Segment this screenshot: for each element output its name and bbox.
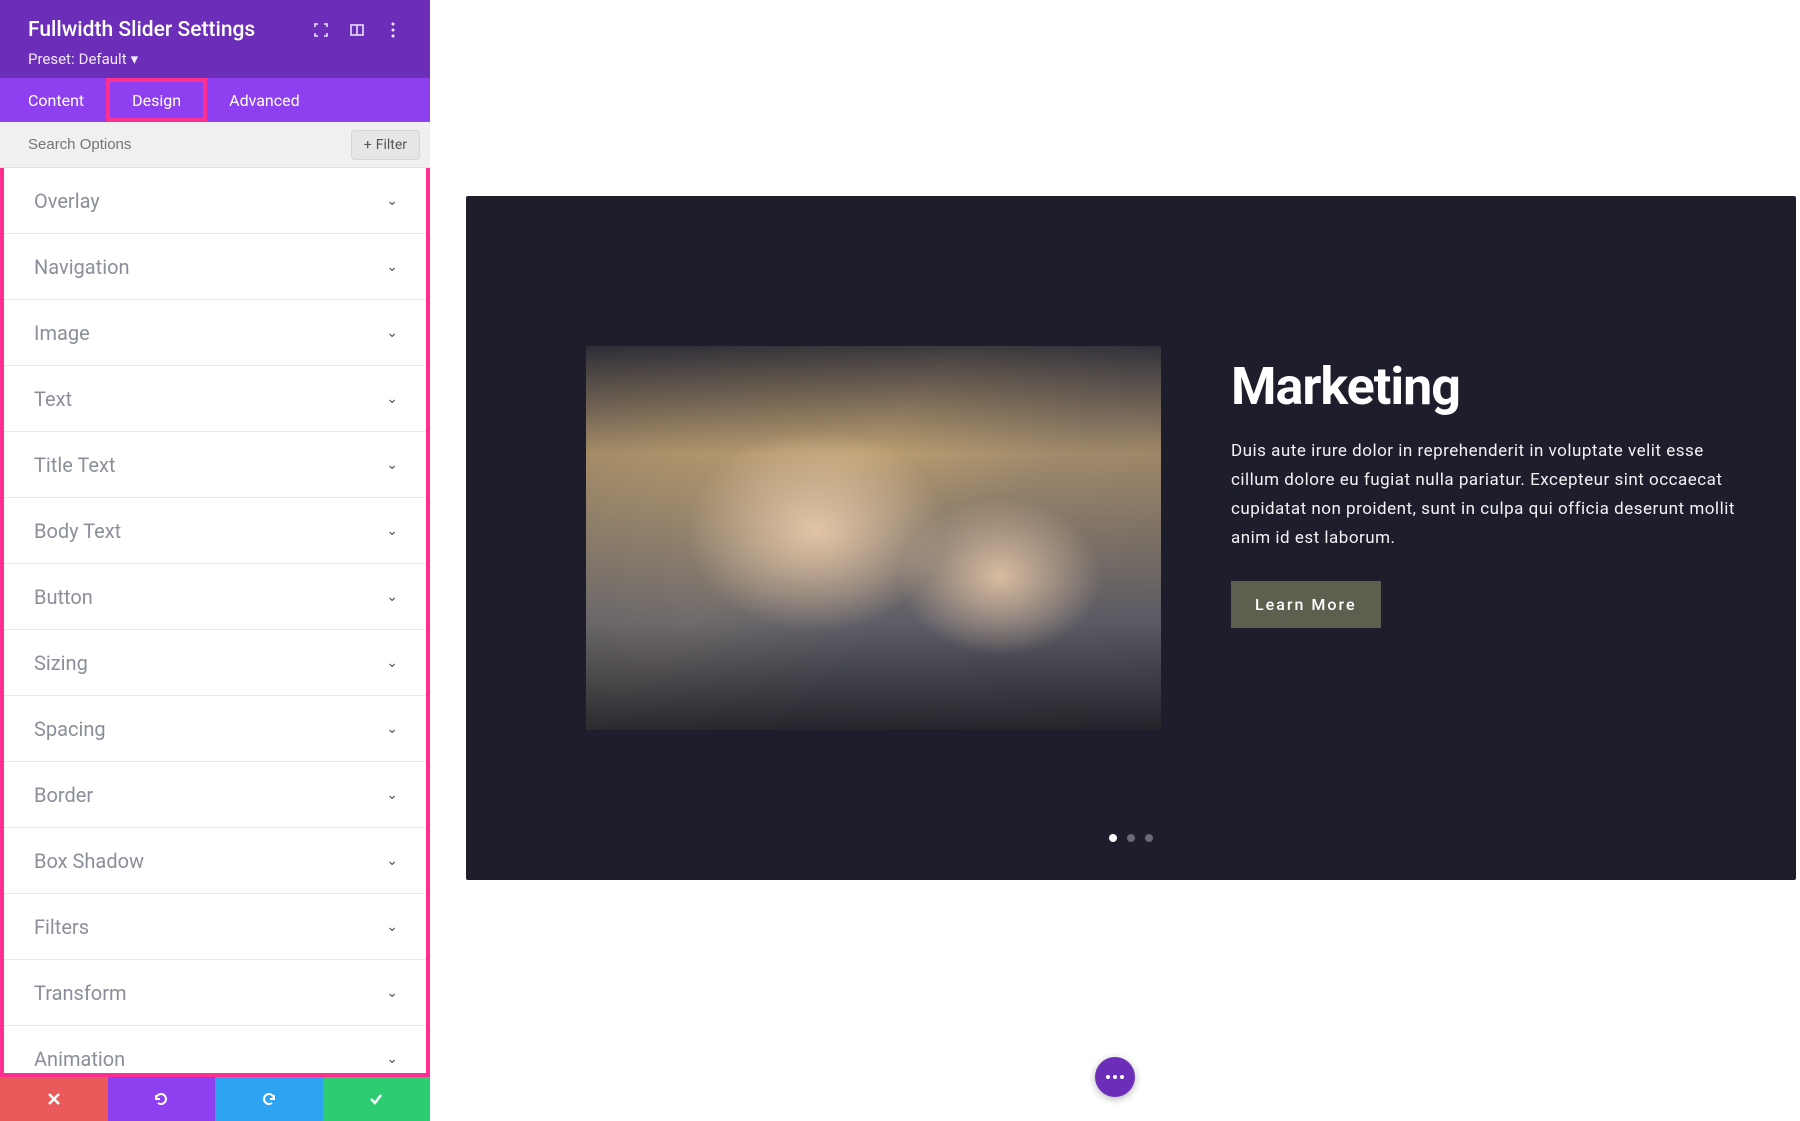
option-animation[interactable]: Animation ⌄ — [4, 1026, 426, 1077]
chevron-down-icon: ⌄ — [386, 853, 398, 869]
check-icon — [368, 1091, 384, 1107]
focus-icon[interactable] — [312, 21, 330, 39]
pagination-dot[interactable] — [1127, 834, 1135, 842]
tab-design[interactable]: Design — [106, 78, 207, 122]
header-icons — [312, 21, 402, 39]
option-label: Navigation — [34, 255, 130, 279]
option-label: Transform — [34, 981, 127, 1005]
slide-cta-button[interactable]: Learn More — [1231, 581, 1381, 628]
ellipsis-icon — [1106, 1075, 1124, 1079]
preset-selector[interactable]: Preset: Default ▾ — [28, 50, 402, 68]
split-view-icon[interactable] — [348, 21, 366, 39]
option-label: Filters — [34, 915, 89, 939]
chevron-down-icon: ⌄ — [386, 589, 398, 605]
option-label: Spacing — [34, 717, 106, 741]
option-label: Title Text — [34, 453, 115, 477]
option-transform[interactable]: Transform ⌄ — [4, 960, 426, 1026]
search-input[interactable] — [28, 136, 228, 153]
option-label: Overlay — [34, 189, 100, 213]
undo-icon — [152, 1090, 170, 1108]
chevron-down-icon: ⌄ — [386, 391, 398, 407]
option-body-text[interactable]: Body Text ⌄ — [4, 498, 426, 564]
option-label: Button — [34, 585, 93, 609]
option-label: Sizing — [34, 651, 88, 675]
option-label: Image — [34, 321, 90, 345]
filter-button[interactable]: + Filter — [351, 130, 420, 160]
chevron-down-icon: ⌄ — [386, 919, 398, 935]
option-label: Text — [34, 387, 72, 411]
undo-button[interactable] — [108, 1077, 216, 1121]
option-label: Body Text — [34, 519, 121, 543]
chevron-down-icon: ⌄ — [386, 787, 398, 803]
option-border[interactable]: Border ⌄ — [4, 762, 426, 828]
filter-label: Filter — [376, 137, 407, 153]
sidebar-title-row: Fullwidth Slider Settings — [28, 18, 402, 42]
chevron-down-icon: ⌄ — [386, 721, 398, 737]
option-label: Box Shadow — [34, 849, 144, 873]
option-sizing[interactable]: Sizing ⌄ — [4, 630, 426, 696]
option-title-text[interactable]: Title Text ⌄ — [4, 432, 426, 498]
chevron-down-icon: ⌄ — [386, 1051, 398, 1067]
page-actions-fab[interactable] — [1095, 1057, 1135, 1097]
option-box-shadow[interactable]: Box Shadow ⌄ — [4, 828, 426, 894]
option-label: Border — [34, 783, 93, 807]
option-filters[interactable]: Filters ⌄ — [4, 894, 426, 960]
more-icon[interactable] — [384, 21, 402, 39]
chevron-down-icon: ⌄ — [386, 523, 398, 539]
chevron-down-icon: ⌄ — [386, 985, 398, 1001]
cancel-button[interactable] — [0, 1077, 108, 1121]
chevron-down-icon: ⌄ — [386, 457, 398, 473]
preset-prefix: Preset: — [28, 50, 75, 68]
slide-image — [586, 346, 1161, 730]
plus-icon: + — [364, 137, 372, 153]
tab-advanced[interactable]: Advanced — [207, 78, 322, 122]
slide-title: Marketing — [1231, 356, 1756, 417]
pagination-dot[interactable] — [1145, 834, 1153, 842]
footer-action-bar — [0, 1077, 430, 1121]
chevron-down-icon: ⌄ — [386, 193, 398, 209]
settings-sidebar: Fullwidth Slider Settings Preset: Defaul… — [0, 0, 430, 1121]
save-button[interactable] — [323, 1077, 431, 1121]
option-navigation[interactable]: Navigation ⌄ — [4, 234, 426, 300]
preset-value: Default — [79, 50, 127, 68]
slide-text-block: Marketing Duis aute irure dolor in repre… — [1231, 346, 1756, 628]
design-options-list: Overlay ⌄ Navigation ⌄ Image ⌄ Text ⌄ Title … — [0, 168, 430, 1077]
option-image[interactable]: Image ⌄ — [4, 300, 426, 366]
close-icon — [47, 1092, 61, 1106]
pagination-dot[interactable] — [1109, 834, 1117, 842]
redo-button[interactable] — [215, 1077, 323, 1121]
chevron-down-icon: ▾ — [131, 50, 139, 68]
chevron-down-icon: ⌄ — [386, 325, 398, 341]
option-text[interactable]: Text ⌄ — [4, 366, 426, 432]
option-button[interactable]: Button ⌄ — [4, 564, 426, 630]
chevron-down-icon: ⌄ — [386, 259, 398, 275]
option-overlay[interactable]: Overlay ⌄ — [4, 168, 426, 234]
slider-pagination — [1109, 834, 1153, 842]
search-filter-row: + Filter — [0, 122, 430, 168]
slide-content: Marketing Duis aute irure dolor in repre… — [586, 346, 1756, 730]
chevron-down-icon: ⌄ — [386, 655, 398, 671]
preview-area: Marketing Duis aute irure dolor in repre… — [430, 0, 1800, 1121]
slide-body: Duis aute irure dolor in reprehenderit i… — [1231, 437, 1756, 553]
option-label: Animation — [34, 1047, 125, 1071]
module-title: Fullwidth Slider Settings — [28, 18, 255, 42]
tab-content[interactable]: Content — [0, 78, 106, 122]
redo-icon — [260, 1090, 278, 1108]
settings-tabs: Content Design Advanced — [0, 78, 430, 122]
sidebar-header: Fullwidth Slider Settings Preset: Defaul… — [0, 0, 430, 78]
option-spacing[interactable]: Spacing ⌄ — [4, 696, 426, 762]
fullwidth-slider-module[interactable]: Marketing Duis aute irure dolor in repre… — [466, 196, 1796, 880]
